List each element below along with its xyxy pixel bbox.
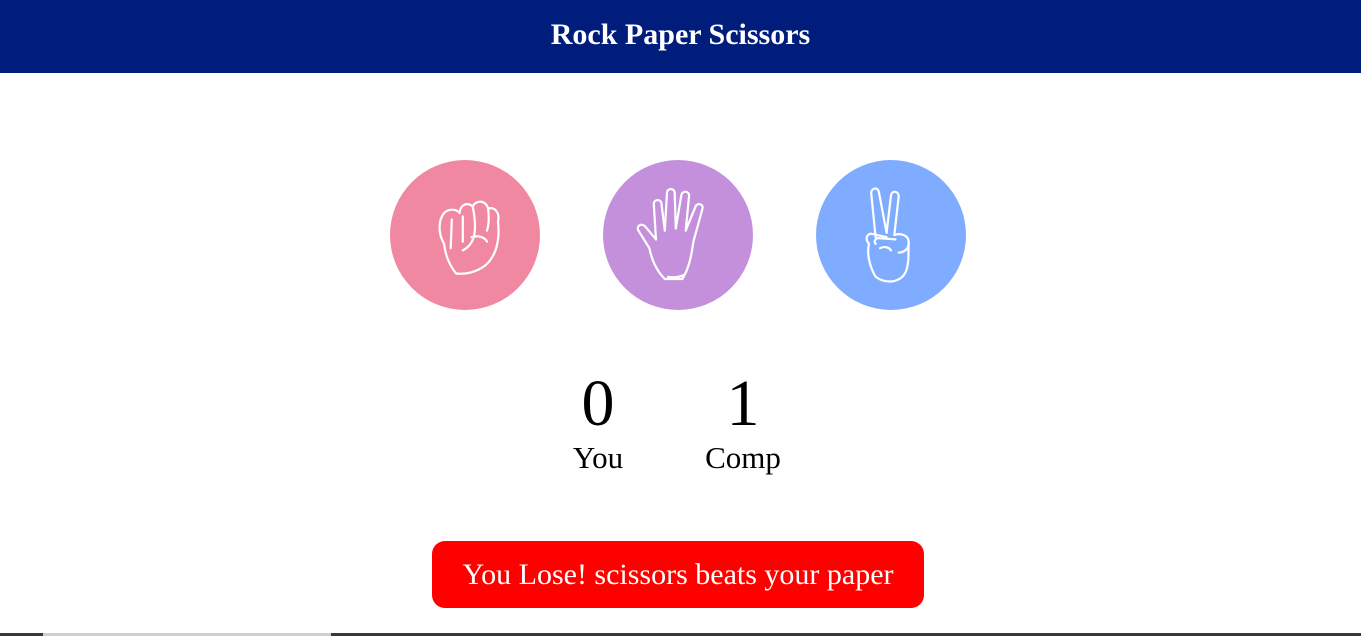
user-score-panel: 0 You (538, 368, 658, 476)
open-hand-icon (636, 187, 704, 281)
user-score: 0 (581, 367, 615, 440)
page-title: Rock Paper Scissors (550, 17, 811, 51)
peace-sign-icon (865, 187, 910, 283)
comp-score-label: Comp (705, 440, 781, 475)
user-score-label: You (572, 440, 624, 475)
comp-score-panel: 1 Comp (683, 368, 803, 476)
rock-button[interactable] (390, 160, 540, 310)
comp-score: 1 (726, 367, 760, 440)
scissors-button[interactable] (816, 160, 966, 310)
result-message: You Lose! scissors beats your paper (432, 541, 924, 608)
fist-icon (438, 200, 500, 275)
header-bar: Rock Paper Scissors (0, 0, 1361, 73)
paper-button[interactable] (603, 160, 753, 310)
result-message-text: You Lose! scissors beats your paper (462, 557, 894, 591)
